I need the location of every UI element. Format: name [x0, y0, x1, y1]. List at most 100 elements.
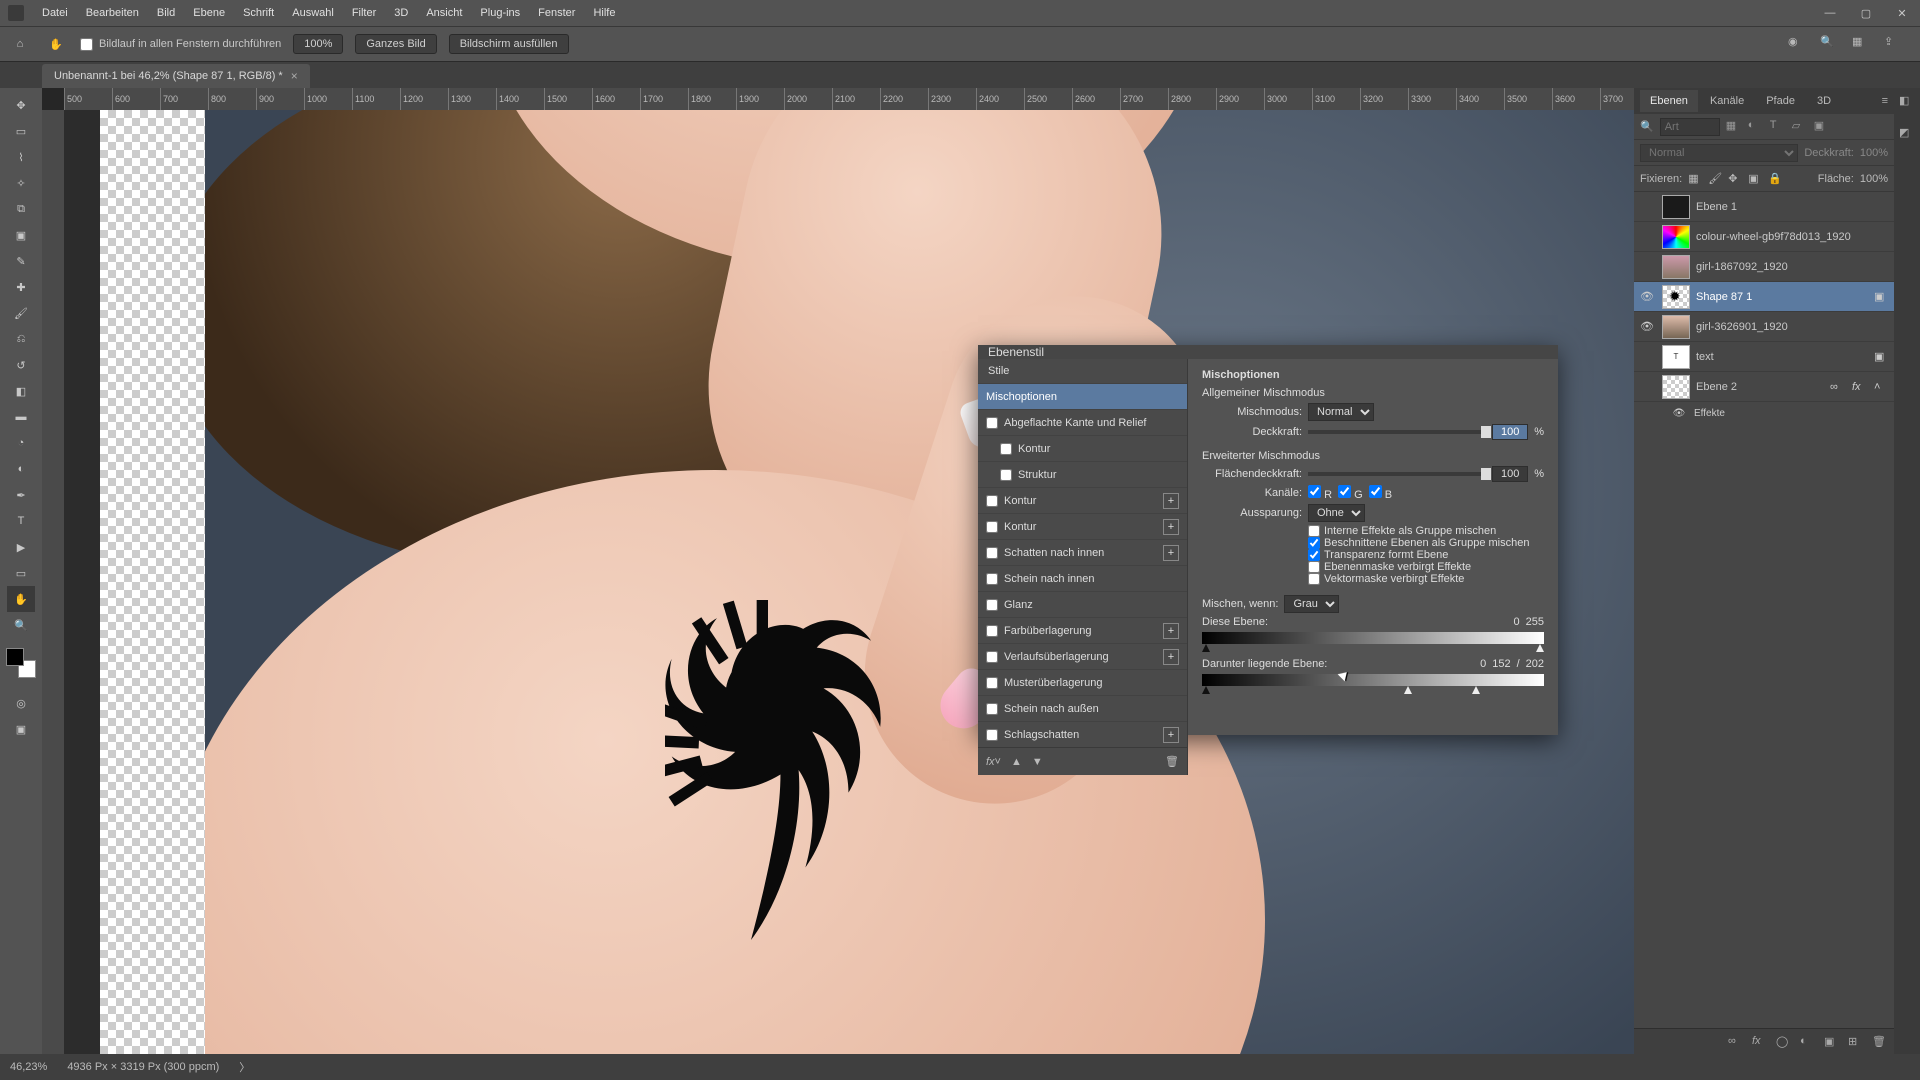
close-tab-icon[interactable]: ×	[291, 69, 298, 83]
fx-icon[interactable]: fx	[1752, 1035, 1766, 1049]
shape-tool[interactable]: ▭	[7, 560, 35, 586]
filter-shape-icon[interactable]: ▱	[1792, 119, 1808, 135]
layer-thumb[interactable]	[1662, 195, 1690, 219]
hand-tool-icon[interactable]: ✋	[44, 32, 68, 56]
foreground-color[interactable]	[6, 648, 24, 666]
layer-effects-row[interactable]: 👁 Effekte	[1634, 402, 1894, 424]
tab-kanaele[interactable]: Kanäle	[1700, 90, 1754, 112]
delete-layer-icon[interactable]: 🗑	[1872, 1035, 1886, 1049]
crop-tool[interactable]: ⧉	[7, 196, 35, 222]
zoom-100-button[interactable]: 100%	[293, 34, 343, 54]
group-icon[interactable]: ▣	[1824, 1035, 1838, 1049]
pen-tool[interactable]: ✒	[7, 482, 35, 508]
blendif-select[interactable]: Grau	[1284, 595, 1339, 613]
status-zoom[interactable]: 46,23%	[10, 1061, 47, 1073]
filter-pixel-icon[interactable]: ▦	[1726, 119, 1742, 135]
menu-schrift[interactable]: Schrift	[235, 3, 282, 23]
maximize-button[interactable]: ▢	[1848, 0, 1884, 26]
style-mischoptionen[interactable]: Mischoptionen	[978, 383, 1187, 409]
cloud-icon[interactable]: ◉	[1788, 35, 1806, 53]
style-gradient-overlay[interactable]: Verlaufsüberlagerung+	[978, 643, 1187, 669]
lock-pixels-icon[interactable]: ▦	[1688, 172, 1702, 186]
eyedropper-tool[interactable]: ✎	[7, 248, 35, 274]
style-stroke-2[interactable]: Kontur+	[978, 513, 1187, 539]
add-effect-icon[interactable]: +	[1163, 493, 1179, 509]
add-effect-icon[interactable]: +	[1163, 727, 1179, 743]
marquee-tool[interactable]: ▭	[7, 118, 35, 144]
menu-hilfe[interactable]: Hilfe	[585, 3, 623, 23]
move-up-icon[interactable]: ▲	[1011, 756, 1022, 768]
filter-smart-icon[interactable]: ▣	[1814, 119, 1830, 135]
add-effect-icon[interactable]: +	[1163, 545, 1179, 561]
wand-tool[interactable]: ✧	[7, 170, 35, 196]
style-inner-shadow[interactable]: Schatten nach innen+	[978, 539, 1187, 565]
menu-plugins[interactable]: Plug-ins	[472, 3, 528, 23]
menu-ebene[interactable]: Ebene	[185, 3, 233, 23]
layer-filter-input[interactable]	[1660, 118, 1720, 136]
fill-value[interactable]: 100%	[1860, 173, 1888, 185]
visibility-toggle[interactable]: 👁	[1638, 320, 1656, 333]
style-pattern-overlay[interactable]: Musterüberlagerung	[978, 669, 1187, 695]
lock-all-icon[interactable]: 🔒	[1768, 172, 1782, 186]
type-tool[interactable]: T	[7, 508, 35, 534]
layer-name[interactable]: Ebene 1	[1696, 201, 1890, 213]
filter-adjust-icon[interactable]: ◐	[1748, 119, 1764, 135]
style-color-overlay[interactable]: Farbüberlagerung+	[978, 617, 1187, 643]
opacity-value[interactable]: 100%	[1860, 147, 1888, 159]
mask-icon[interactable]: ◯	[1776, 1035, 1790, 1049]
visibility-toggle[interactable]: 👁	[1670, 408, 1688, 419]
fit-all-button[interactable]: Ganzes Bild	[355, 34, 436, 54]
layer-row[interactable]: girl-1867092_1920	[1634, 252, 1894, 282]
add-effect-icon[interactable]: +	[1163, 649, 1179, 665]
history-brush-tool[interactable]: ↺	[7, 352, 35, 378]
ruler-vertical[interactable]	[42, 110, 64, 1054]
panel-menu-icon[interactable]: ≡	[1882, 95, 1888, 107]
fill-screen-button[interactable]: Bildschirm ausfüllen	[449, 34, 569, 54]
style-drop-shadow[interactable]: Schlagschatten+	[978, 721, 1187, 747]
workspace-icon[interactable]: ▦	[1852, 35, 1870, 53]
layer-thumb[interactable]	[1662, 315, 1690, 339]
fx-badge[interactable]: fx	[1852, 381, 1868, 393]
menu-bild[interactable]: Bild	[149, 3, 183, 23]
heal-tool[interactable]: ✚	[7, 274, 35, 300]
this-layer-ramp[interactable]	[1202, 632, 1544, 644]
hand-tool[interactable]: ✋	[7, 586, 35, 612]
path-select-tool[interactable]: ▶	[7, 534, 35, 560]
add-effect-icon[interactable]: +	[1163, 519, 1179, 535]
link-icon[interactable]: ∞	[1830, 381, 1846, 393]
screenmode-tool[interactable]: ▣	[7, 716, 35, 742]
gradient-tool[interactable]: ▬	[7, 404, 35, 430]
fill-opacity-input[interactable]	[1492, 466, 1528, 482]
delete-style-icon[interactable]: 🗑	[1165, 755, 1179, 768]
adv-check-2[interactable]	[1308, 549, 1320, 561]
channel-b-checkbox[interactable]: B	[1369, 485, 1392, 501]
quickmask-tool[interactable]: ◎	[7, 690, 35, 716]
layer-thumb[interactable]	[1662, 375, 1690, 399]
layer-row[interactable]: Ebene 2 ∞ fx ˄	[1634, 372, 1894, 402]
style-stroke[interactable]: Kontur+	[978, 487, 1187, 513]
menu-3d[interactable]: 3D	[386, 3, 416, 23]
layer-name[interactable]: colour-wheel-gb9f78d013_1920	[1696, 231, 1890, 243]
layer-row[interactable]: 👁 girl-3626901_1920	[1634, 312, 1894, 342]
tab-pfade[interactable]: Pfade	[1756, 90, 1805, 112]
layer-row[interactable]: Ebene 1	[1634, 192, 1894, 222]
filter-type-icon[interactable]: T	[1770, 119, 1786, 135]
dialog-titlebar[interactable]: Ebenenstil	[978, 345, 1558, 359]
knockout-select[interactable]: Ohne	[1308, 504, 1365, 522]
layer-name[interactable]: girl-3626901_1920	[1696, 321, 1890, 333]
fx-collapse-icon[interactable]: ˄	[1874, 381, 1890, 393]
color-panel-icon[interactable]: ◧	[1899, 94, 1915, 110]
lock-artboard-icon[interactable]: ▣	[1748, 172, 1762, 186]
adv-check-3[interactable]	[1308, 561, 1320, 573]
layer-thumb[interactable]: T	[1662, 345, 1690, 369]
menu-datei[interactable]: Datei	[34, 3, 76, 23]
blend-mode-select[interactable]: Normal	[1640, 144, 1798, 162]
move-tool[interactable]: ✥	[7, 92, 35, 118]
close-button[interactable]: ✕	[1884, 0, 1920, 26]
brush-tool[interactable]: 🖌	[7, 300, 35, 326]
adv-check-0[interactable]	[1308, 525, 1320, 537]
document-tab[interactable]: Unbenannt-1 bei 46,2% (Shape 87 1, RGB/8…	[42, 64, 310, 88]
opacity-slider[interactable]	[1308, 430, 1486, 434]
share-icon[interactable]: ⇪	[1884, 35, 1902, 53]
layer-thumb[interactable]: ✹	[1662, 285, 1690, 309]
